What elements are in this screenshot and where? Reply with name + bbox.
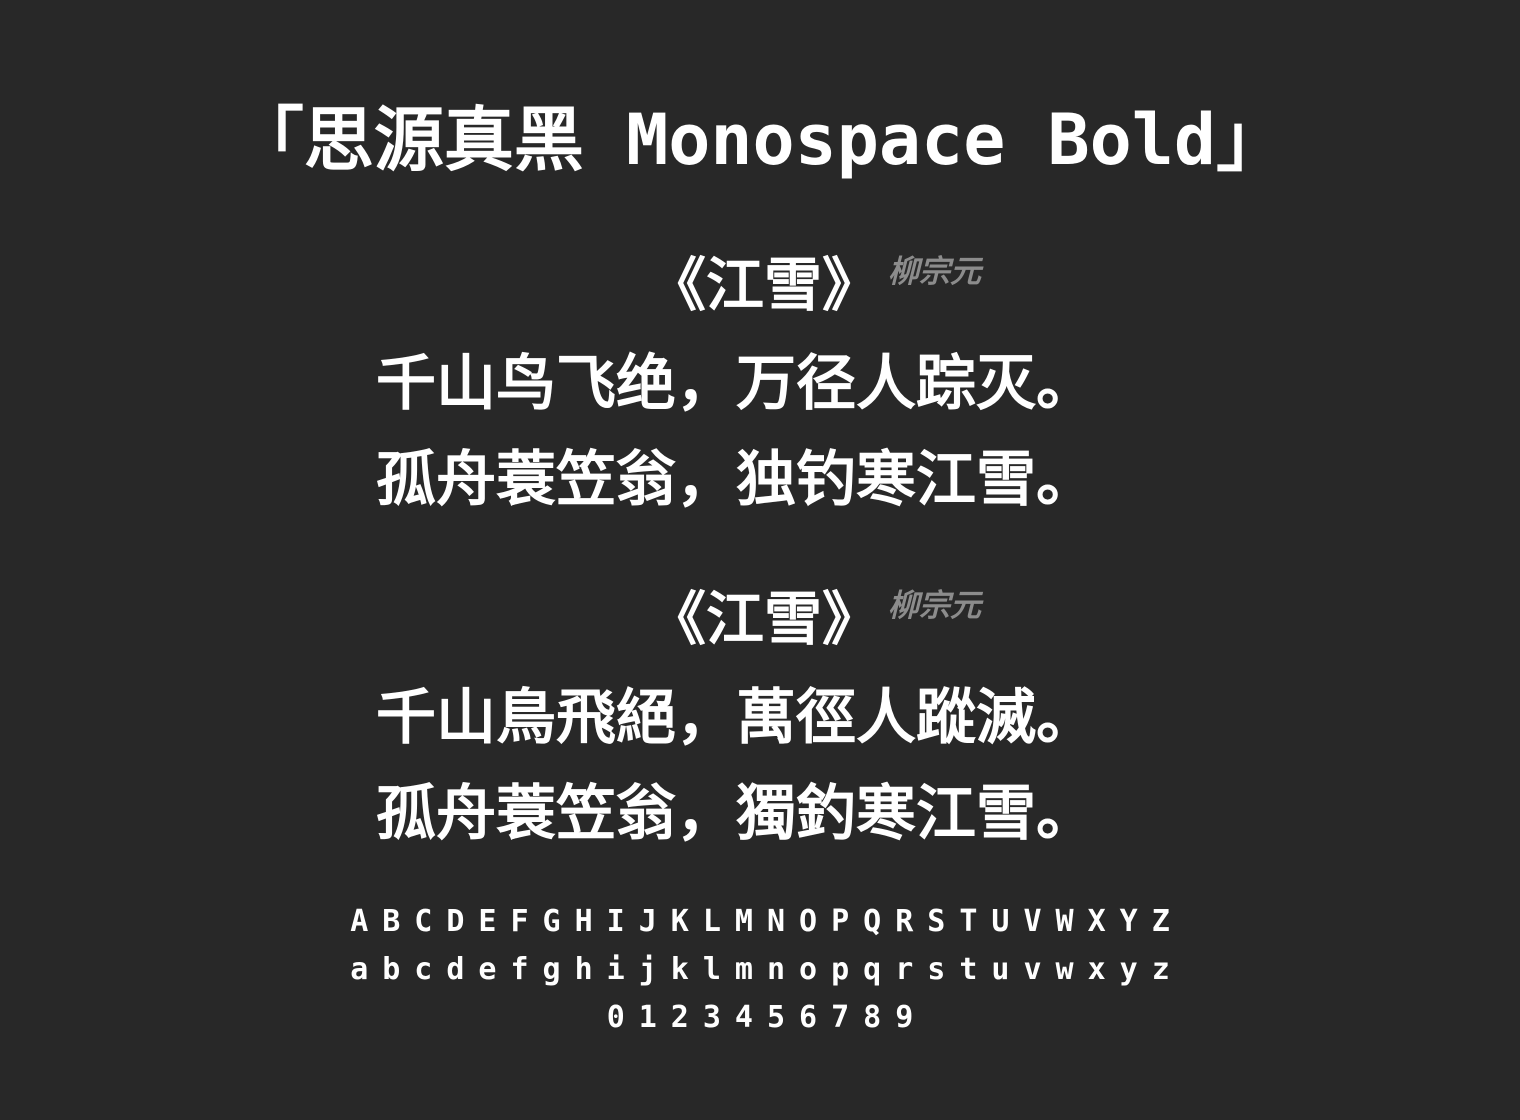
poem-line: 孤舟蓑笠翁，独钓寒江雪。 bbox=[376, 445, 1096, 515]
poem-line: 千山鳥飛絕，萬徑人蹤滅。 bbox=[376, 683, 1096, 753]
poem-line: 孤舟蓑笠翁，獨釣寒江雪。 bbox=[376, 779, 1096, 849]
poem-author: 柳宗元 bbox=[888, 588, 981, 624]
poem-title: 《江雪》 bbox=[648, 251, 881, 319]
lowercase-letters: abcdefghijklmnopqrstuvwxyz bbox=[350, 952, 1184, 987]
font-title: 「思源真黑 Monospace Bold」 bbox=[233, 99, 1287, 181]
uppercase-letters: ABCDEFGHIJKLMNOPQRSTUVWXYZ bbox=[350, 904, 1184, 939]
digits: 0123456789 bbox=[606, 1000, 928, 1035]
poem-author: 柳宗元 bbox=[888, 254, 981, 290]
poem-title: 《江雪》 bbox=[648, 585, 881, 653]
poem-line: 千山鸟飞绝，万径人踪灭。 bbox=[376, 349, 1096, 419]
